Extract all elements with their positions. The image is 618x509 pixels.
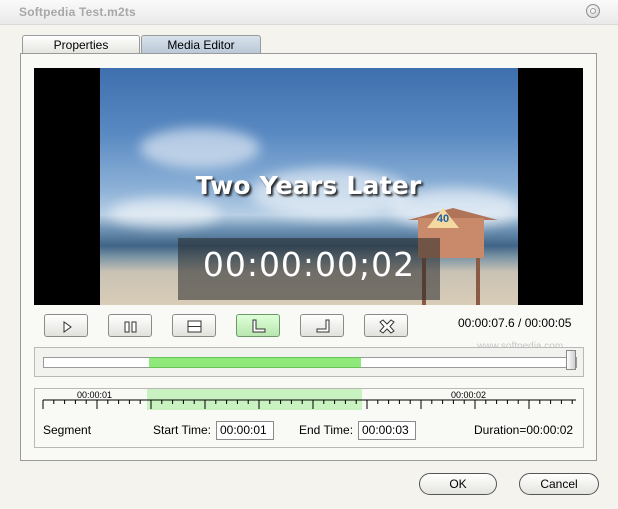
cancel-button[interactable]: Cancel (519, 473, 599, 495)
segment-label: Segment (43, 423, 92, 437)
ruler-ticks (42, 400, 573, 409)
end-time-label: End Time: (299, 423, 354, 437)
ok-button[interactable]: OK (419, 473, 497, 495)
ruler-label: 00:00:01 (77, 390, 113, 400)
ruler-label: 00:00:02 (451, 390, 487, 400)
duration-label: Duration=00:00:02 (474, 423, 574, 437)
start-time-label: Start Time: (153, 423, 212, 437)
start-time-field[interactable]: 00:00:01 (216, 421, 274, 440)
end-time-field[interactable]: 00:00:03 (358, 421, 416, 440)
